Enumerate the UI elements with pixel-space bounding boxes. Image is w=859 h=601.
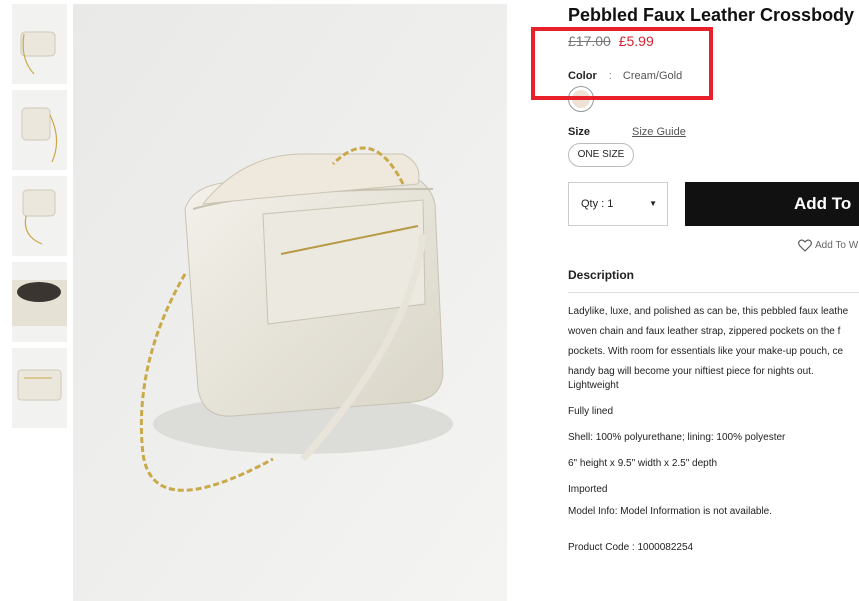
product-code: Product Code : 1000082254: [568, 542, 694, 553]
thumbnail-front[interactable]: [12, 4, 67, 84]
description-line: handy bag will become your niftiest piec…: [568, 366, 814, 377]
detail-model-info: Model Info: Model Information is not ava…: [568, 506, 772, 517]
quantity-value: Qty : 1: [581, 198, 614, 210]
detail-lightweight: Lightweight: [568, 380, 619, 391]
thumbnail-list: [12, 4, 67, 434]
product-title: Pebbled Faux Leather Crossbody: [568, 5, 855, 25]
thumbnail-side[interactable]: [12, 90, 67, 170]
detail-dimensions: 6" height x 9.5" width x 2.5" depth: [568, 458, 718, 469]
description-line: Ladylike, luxe, and polished as can be, …: [568, 306, 849, 317]
heart-icon: [798, 239, 812, 252]
add-to-wishlist[interactable]: Add To W: [798, 239, 858, 252]
description-heading: Description: [568, 268, 635, 282]
detail-lining: Fully lined: [568, 406, 614, 417]
wishlist-label: Add To W: [815, 240, 859, 252]
size-guide-link[interactable]: Size Guide: [632, 126, 686, 138]
description-text: Ladylike, luxe, and polished as can be, …: [568, 302, 859, 382]
thumbnail-flat[interactable]: [12, 348, 67, 428]
divider: [568, 292, 859, 293]
quantity-select[interactable]: Qty : 1 ▼: [568, 182, 668, 226]
description-line: woven chain and faux leather strap, zipp…: [568, 326, 841, 337]
detail-material: Shell: 100% polyurethane; lining: 100% p…: [568, 432, 786, 443]
main-product-image[interactable]: [73, 4, 507, 601]
detail-origin: Imported: [568, 484, 608, 495]
add-to-bag-button[interactable]: Add To: [685, 182, 859, 226]
thumbnail-interior[interactable]: [12, 262, 67, 342]
thumbnail-back[interactable]: [12, 176, 67, 256]
highlight-box: [531, 27, 713, 100]
chevron-down-icon: ▼: [649, 199, 657, 208]
description-line: pockets. With room for essentials like y…: [568, 346, 844, 357]
size-option-one-size[interactable]: ONE SIZE: [568, 143, 634, 167]
size-label: Size: [568, 126, 591, 138]
